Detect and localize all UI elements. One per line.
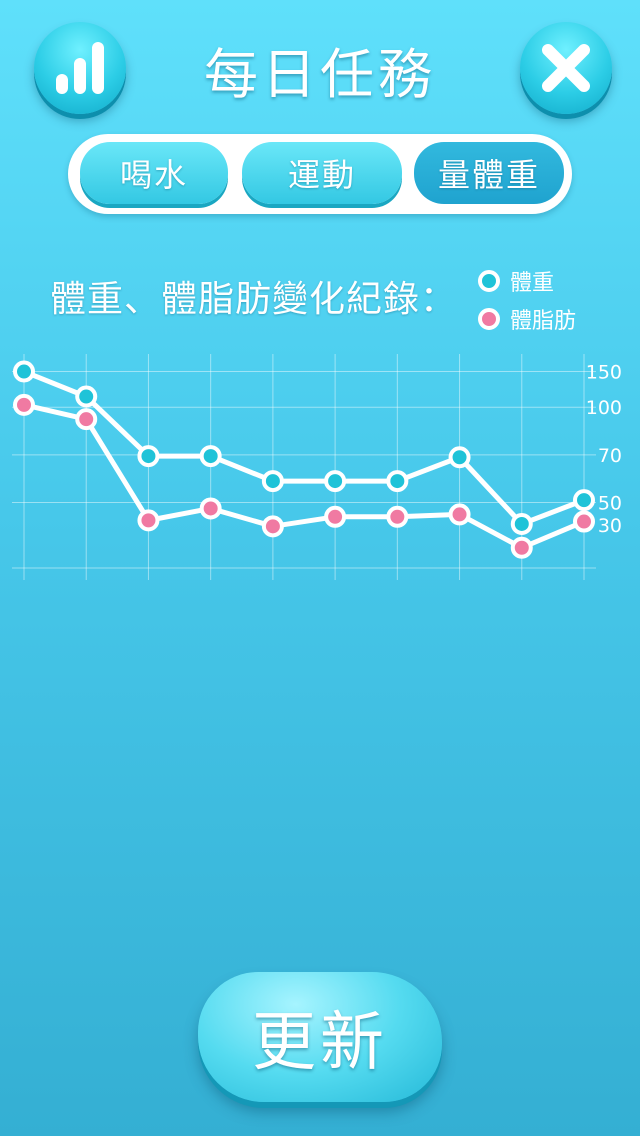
- data-point-body-fat: [13, 393, 35, 416]
- series-line-weight: [23, 369, 585, 527]
- legend-label-body-fat: 體脂肪: [510, 309, 577, 334]
- data-point-weight: [261, 470, 284, 493]
- data-point-body-fat: [573, 510, 595, 533]
- bar-chart-icon: [56, 42, 104, 94]
- legend-item-body-fat: 體脂肪: [478, 300, 576, 338]
- data-point-body-fat: [510, 536, 533, 559]
- data-point-weight: [13, 360, 35, 383]
- update-button[interactable]: 更新: [198, 972, 442, 1102]
- data-point-body-fat: [137, 509, 160, 532]
- close-button[interactable]: [520, 22, 612, 114]
- y-tick-label: 30: [598, 515, 622, 537]
- data-point-weight: [510, 512, 533, 535]
- page-title: 每日任務: [204, 43, 436, 106]
- chart-title: 體重、體脂肪變化紀錄：: [50, 279, 458, 320]
- close-icon: [542, 44, 590, 92]
- y-tick-label: 70: [598, 445, 622, 467]
- chart-legend: 體重 體脂肪: [478, 262, 576, 338]
- y-tick-label: 100: [586, 397, 622, 419]
- data-point-body-fat: [261, 515, 284, 538]
- data-point-weight: [448, 446, 471, 469]
- data-point-weight: [137, 445, 160, 468]
- data-point-body-fat: [75, 408, 98, 431]
- legend-marker-weight: [478, 270, 500, 292]
- legend-item-weight: 體重: [478, 262, 576, 300]
- data-point-weight: [573, 489, 595, 512]
- legend-marker-body-fat: [478, 308, 500, 330]
- stats-button[interactable]: [34, 22, 126, 114]
- data-point-body-fat: [199, 497, 222, 520]
- data-point-body-fat: [448, 503, 471, 526]
- data-point-body-fat: [324, 505, 347, 528]
- weight-chart: 150 100 70 5030: [12, 354, 622, 580]
- data-point-weight: [75, 385, 98, 408]
- data-point-weight: [199, 445, 222, 468]
- y-tick-label: 150: [586, 362, 622, 384]
- data-point-weight: [324, 470, 347, 493]
- header: 每日任務: [0, 0, 640, 130]
- data-point-weight: [386, 470, 409, 493]
- tab-weigh[interactable]: 量體重: [414, 142, 564, 204]
- data-point-body-fat: [386, 505, 409, 528]
- series-line-body-fat: [23, 402, 585, 551]
- tab-exercise[interactable]: 運動: [242, 142, 402, 204]
- legend-label-weight: 體重: [510, 271, 555, 296]
- task-tab-bar: 喝水 運動 量體重: [68, 134, 572, 214]
- y-tick-label: 50: [598, 493, 622, 515]
- tab-drink-water[interactable]: 喝水: [80, 142, 228, 204]
